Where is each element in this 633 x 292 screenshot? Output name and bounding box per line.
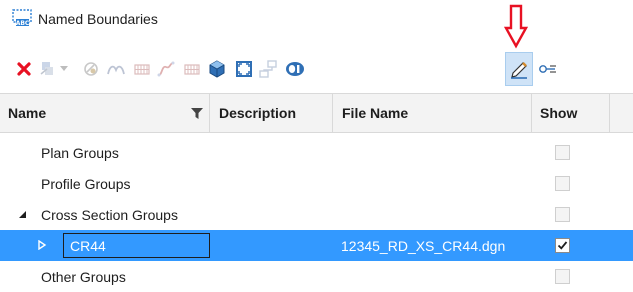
checkmark-icon: [557, 241, 568, 250]
key-settings-icon: [539, 65, 556, 73]
filter-funnel-icon[interactable]: [191, 108, 203, 119]
row-name: Profile Groups: [41, 175, 131, 192]
pencil-edit-icon: [511, 62, 527, 79]
column-header-name[interactable]: Name: [8, 94, 46, 132]
delete-x-icon: [17, 62, 31, 76]
curve-icon: [157, 61, 175, 77]
expanded-triangle-icon[interactable]: [17, 209, 27, 219]
row-name: Other Groups: [41, 268, 126, 285]
group-hierarchy-button[interactable]: [256, 50, 280, 88]
tree-row-selected[interactable]: CR44 12345_RD_XS_CR44.dgn: [0, 230, 633, 261]
group-hierarchy-icon: [259, 60, 277, 78]
svg-text:ABC: ABC: [16, 20, 30, 27]
column-divider[interactable]: [531, 94, 532, 132]
dropdown-arrow-icon: [60, 66, 68, 71]
row-name: CR44: [70, 237, 106, 254]
fit-view-icon: [236, 61, 252, 77]
key-settings-button[interactable]: [536, 50, 560, 88]
design-stage-dropdown[interactable]: [57, 50, 71, 88]
profile-shape-icon: [107, 65, 125, 75]
edit-named-boundary-button[interactable]: [505, 52, 533, 86]
design-stage-icon: [40, 62, 53, 75]
clip-volume-icon: [84, 62, 98, 76]
profile-shape-button[interactable]: [104, 50, 128, 88]
fit-view-button[interactable]: [232, 50, 256, 88]
show-checkbox[interactable]: [555, 207, 570, 222]
show-checkbox[interactable]: [555, 176, 570, 191]
curve-button[interactable]: [154, 50, 178, 88]
named-boundaries-icon: ABC: [12, 9, 32, 27]
column-header-show[interactable]: Show: [540, 94, 577, 132]
grid-lines-2-button[interactable]: [180, 50, 204, 88]
row-name: Cross Section Groups: [41, 206, 178, 223]
window-title: Named Boundaries: [38, 11, 158, 27]
grid-lines-icon: [134, 64, 150, 75]
collapsed-triangle-icon[interactable]: [37, 240, 47, 250]
3d-view-button[interactable]: [205, 50, 229, 88]
grid-header: Name Description File Name Show: [0, 93, 633, 133]
column-header-description[interactable]: Description: [219, 94, 296, 132]
properties-icon: [286, 62, 304, 76]
show-checkbox[interactable]: [555, 145, 570, 160]
toolbar: [0, 50, 633, 88]
show-checkbox[interactable]: [555, 238, 570, 253]
tree-row[interactable]: Profile Groups: [0, 168, 633, 199]
row-file-name: 12345_RD_XS_CR44.dgn: [341, 237, 506, 254]
tree-row[interactable]: Plan Groups: [0, 137, 633, 168]
properties-button[interactable]: [283, 50, 307, 88]
tree-row[interactable]: Other Groups: [0, 261, 633, 292]
grid-lines-button[interactable]: [130, 50, 154, 88]
row-name: Plan Groups: [41, 144, 119, 161]
3d-cube-icon: [209, 60, 225, 78]
grid-lines-2-icon: [184, 64, 200, 75]
clip-volume-button[interactable]: [79, 50, 103, 88]
tree-row[interactable]: Cross Section Groups: [0, 199, 633, 230]
column-divider[interactable]: [609, 94, 610, 132]
delete-button[interactable]: [12, 50, 36, 88]
column-divider[interactable]: [209, 94, 210, 132]
column-divider[interactable]: [332, 94, 333, 132]
show-checkbox[interactable]: [555, 269, 570, 284]
column-header-file-name[interactable]: File Name: [342, 94, 408, 132]
annotation-arrow-icon: [504, 4, 528, 49]
title-bar: ABC Named Boundaries: [0, 0, 633, 38]
named-boundaries-grid: Name Description File Name Show Plan Gro…: [0, 93, 633, 292]
